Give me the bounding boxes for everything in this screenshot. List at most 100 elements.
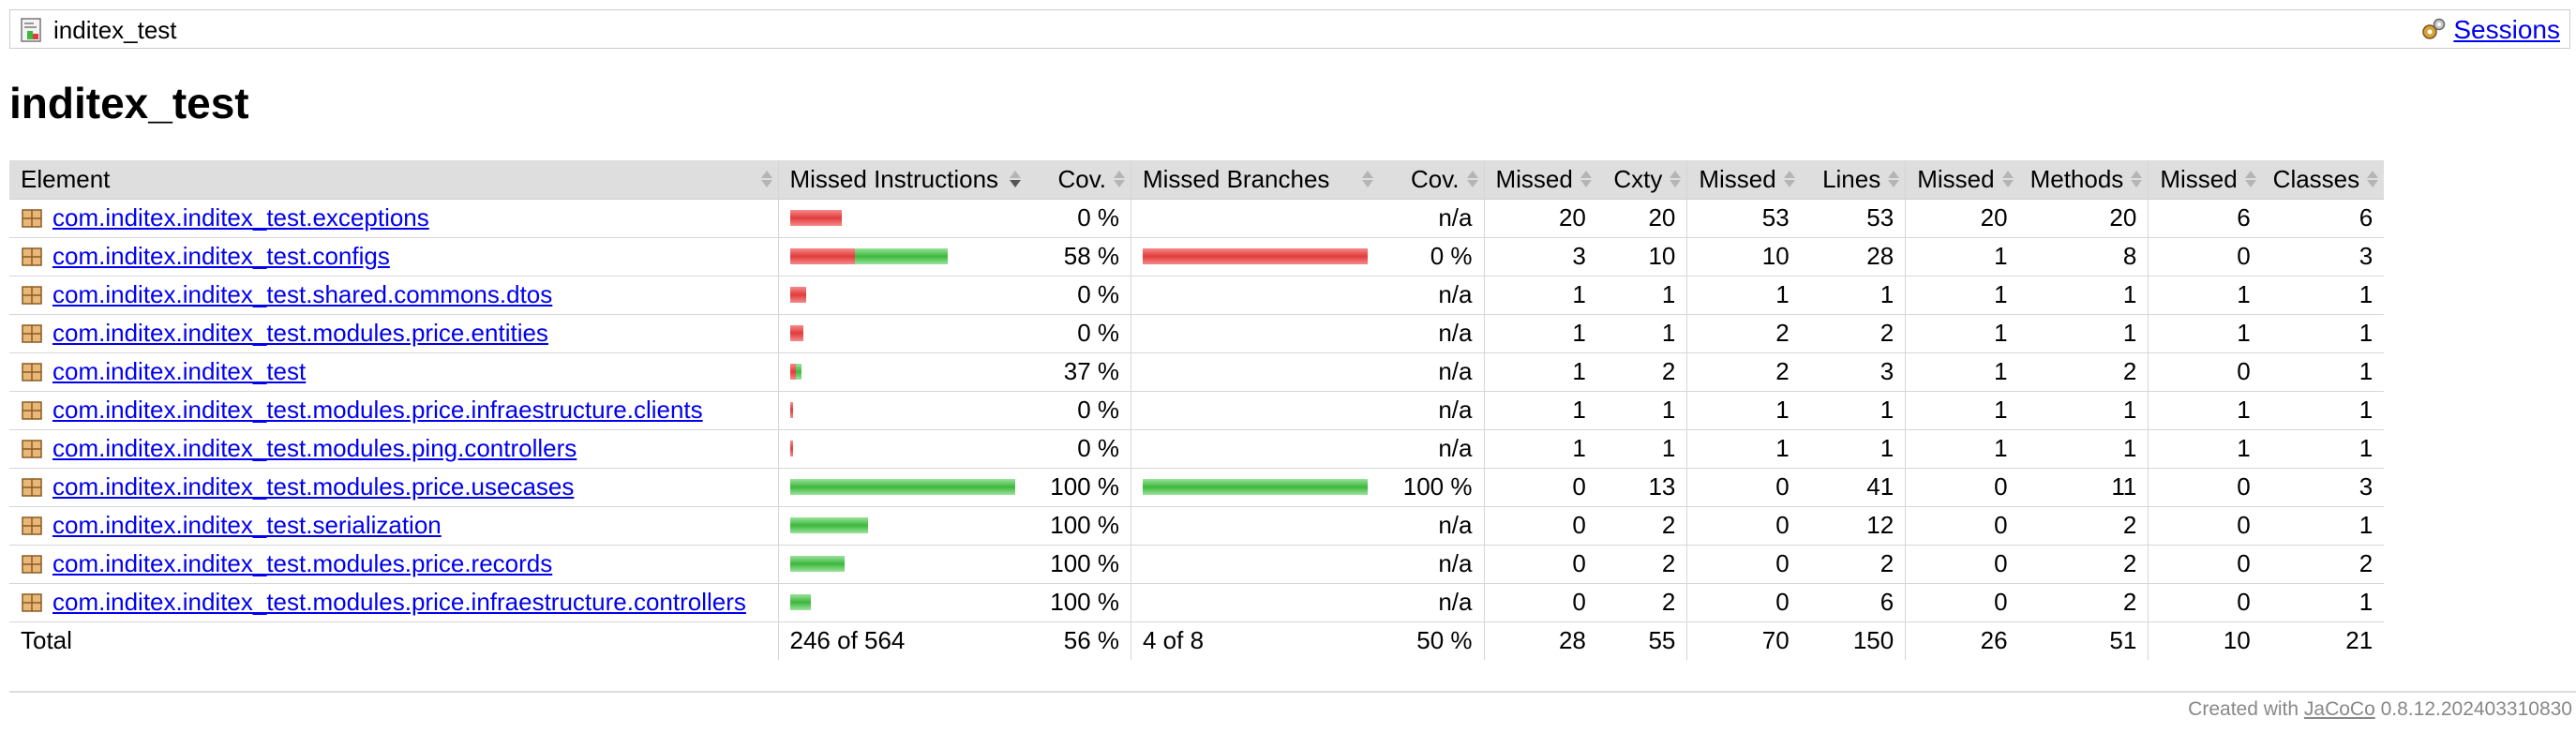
column-header-methods[interactable]: Methods — [2018, 160, 2149, 200]
column-header-missed-classes[interactable]: Missed — [2148, 160, 2262, 200]
column-header-lines[interactable]: Lines — [1800, 160, 1906, 200]
missed-classes: 0 — [2148, 545, 2262, 584]
branches-cov: n/a — [1379, 276, 1484, 315]
instructions-bar — [789, 248, 1015, 264]
missed-cxty: 1 — [1483, 314, 1597, 353]
package-link[interactable]: com.inditex.inditex_test.modules.price.e… — [52, 319, 548, 348]
jacoco-link[interactable]: JaCoCo — [2304, 698, 2375, 720]
package-icon — [22, 477, 42, 497]
instructions-bar-cell — [777, 583, 1026, 622]
missed-classes: 0 — [2148, 468, 2262, 507]
instructions-cov: 100 % — [1026, 506, 1131, 546]
column-header-missed-cxty[interactable]: Missed — [1483, 160, 1597, 200]
element-cell-content: com.inditex.inditex_test.modules.price.e… — [21, 319, 767, 348]
missed-methods: 1 — [1905, 314, 2019, 353]
sort-desc-icon — [1009, 170, 1021, 188]
missed-methods: 0 — [1905, 545, 2019, 584]
branches-cov: 0 % — [1379, 237, 1484, 277]
package-link[interactable]: com.inditex.inditex_test.configs — [52, 242, 390, 271]
missed-methods: 0 — [1905, 468, 2019, 507]
branches-cov: n/a — [1379, 506, 1484, 546]
missed-bar-segment — [789, 441, 793, 456]
package-link[interactable]: com.inditex.inditex_test.modules.price.r… — [52, 549, 552, 578]
total-label: Total — [9, 621, 778, 660]
sessions-link-wrapper[interactable]: Sessions — [2419, 16, 2560, 44]
branches-bar-cell — [1131, 199, 1379, 238]
package-link[interactable]: com.inditex.inditex_test.modules.price.u… — [52, 472, 574, 501]
sessions-link[interactable]: Sessions — [2453, 16, 2560, 44]
instructions-bar-cell — [777, 506, 1026, 546]
package-icon — [22, 400, 42, 420]
total-missed-lines: 70 — [1686, 621, 1801, 660]
sort-icon — [2131, 170, 2143, 188]
package-link[interactable]: com.inditex.inditex_test.exceptions — [52, 203, 429, 232]
instructions-cov: 37 % — [1026, 352, 1131, 392]
sort-icon — [760, 170, 772, 188]
lines: 2 — [1800, 545, 1906, 584]
instructions-bar — [789, 364, 1015, 380]
table-row: com.inditex.inditex_test.modules.price.i… — [9, 391, 2385, 430]
element-cell-content: com.inditex.inditex_test — [21, 357, 767, 386]
missed-bar-segment — [1143, 248, 1368, 264]
column-header-cxty[interactable]: Cxty — [1596, 160, 1687, 200]
instructions-bar — [789, 517, 1015, 533]
branches-bar-cell — [1131, 237, 1379, 277]
package-link[interactable]: com.inditex.inditex_test — [52, 357, 306, 386]
cxty: 20 — [1596, 199, 1687, 238]
page-title: inditex_test — [9, 79, 249, 127]
branches-cov: 100 % — [1379, 468, 1484, 507]
column-header-missed-instructions[interactable]: Missed Instructions — [777, 160, 1026, 200]
missed-methods: 20 — [1905, 199, 2019, 238]
element-cell: com.inditex.inditex_test.modules.price.i… — [9, 583, 778, 622]
table-row: com.inditex.inditex_test.modules.price.i… — [9, 583, 2385, 622]
classes: 1 — [2261, 506, 2385, 546]
column-header-branches-cov[interactable]: Cov. — [1379, 160, 1484, 200]
missed-cxty: 20 — [1483, 199, 1597, 238]
column-header-classes[interactable]: Classes — [2261, 160, 2385, 200]
column-header-missed-branches[interactable]: Missed Branches — [1131, 160, 1379, 200]
missed-classes: 6 — [2148, 199, 2262, 238]
classes: 3 — [2261, 237, 2385, 277]
lines: 12 — [1800, 506, 1906, 546]
instructions-bar — [789, 479, 1015, 495]
cxty: 13 — [1596, 468, 1687, 507]
element-cell-content: com.inditex.inditex_test.modules.price.i… — [21, 396, 767, 425]
instructions-bar — [789, 594, 1015, 610]
methods: 2 — [2018, 352, 2149, 392]
instructions-bar-cell — [777, 276, 1026, 315]
missed-classes: 0 — [2148, 352, 2262, 392]
table-row: com.inditex.inditex_test.modules.price.r… — [9, 545, 2385, 584]
column-header-element[interactable]: Element — [9, 160, 778, 200]
missed-lines: 2 — [1686, 314, 1801, 353]
instructions-bar — [789, 556, 1015, 572]
lines: 41 — [1800, 468, 1906, 507]
footer: Created with JaCoCo 0.8.12.202403310830 — [2188, 696, 2572, 724]
total-branches: 4 of 8 — [1131, 621, 1379, 660]
covered-bar-segment — [789, 517, 868, 533]
sort-icon — [1466, 170, 1478, 188]
footer-prefix: Created with — [2188, 698, 2304, 720]
package-link[interactable]: com.inditex.inditex_test.modules.price.i… — [52, 396, 703, 425]
column-header-missed-lines[interactable]: Missed — [1686, 160, 1801, 200]
missed-classes: 1 — [2148, 391, 2262, 430]
package-link[interactable]: com.inditex.inditex_test.modules.price.i… — [52, 588, 746, 617]
package-link[interactable]: com.inditex.inditex_test.shared.commons.… — [52, 280, 552, 309]
branches-cov: n/a — [1379, 314, 1484, 353]
instructions-bar-cell — [777, 468, 1026, 507]
coverage-table: Element Missed Instructions Cov. Missed … — [9, 160, 2385, 660]
sort-icon — [1783, 170, 1795, 188]
package-link[interactable]: com.inditex.inditex_test.modules.ping.co… — [52, 434, 577, 463]
missed-methods: 1 — [1905, 237, 2019, 277]
package-link[interactable]: com.inditex.inditex_test.serialization — [52, 511, 442, 540]
cxty: 10 — [1596, 237, 1687, 277]
lines: 1 — [1800, 391, 1906, 430]
column-header-missed-methods[interactable]: Missed — [1905, 160, 2019, 200]
table-row: com.inditex.inditex_test.modules.price.e… — [9, 314, 2385, 353]
table-row: com.inditex.inditex_test.configs 58 % 0 % 3… — [9, 237, 2385, 277]
sort-icon — [1114, 170, 1125, 188]
missed-cxty: 1 — [1483, 352, 1597, 392]
column-header-instructions-cov[interactable]: Cov. — [1026, 160, 1131, 200]
branches-bar-cell — [1131, 506, 1379, 546]
breadcrumb: inditex_test Sessions — [9, 9, 2570, 49]
element-cell: com.inditex.inditex_test.modules.price.i… — [9, 391, 778, 430]
